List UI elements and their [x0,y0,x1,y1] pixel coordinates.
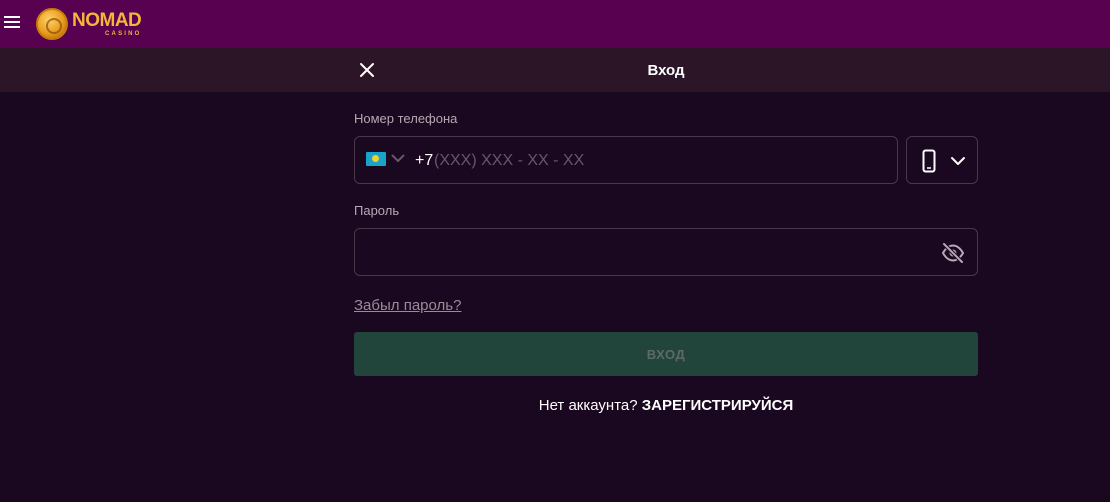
brand-subtitle: CASINO [105,31,142,37]
phone-input[interactable]: +7 (XXX) XXX - XX - XX [354,136,898,184]
menu-icon[interactable] [4,16,20,30]
mobile-phone-icon [922,149,936,173]
close-icon [360,63,374,77]
login-button[interactable]: ВХОД [354,332,978,376]
register-link[interactable]: ЗАРЕГИСТРИРУЙСЯ [642,397,793,414]
dial-code: +7 [415,152,434,169]
password-label: Пароль [354,203,400,218]
device-type-select[interactable] [906,136,978,184]
register-prompt: Нет аккаунта? ЗАРЕГИСТРИРУЙСЯ [354,397,978,414]
phone-placeholder[interactable]: (XXX) XXX - XX - XX [434,152,584,170]
modal-header: Вход [0,48,1110,92]
phone-label: Номер телефона [354,111,458,126]
no-account-text: Нет аккаунта? [538,397,638,414]
top-bar: NOMAD CASINO [0,0,1110,48]
logo-coin-icon [36,8,68,40]
chevron-down-icon[interactable] [391,154,405,163]
forgot-password-link[interactable]: Забыл пароль? [354,297,461,314]
brand-name: NOMAD [72,10,142,31]
password-input[interactable] [354,228,978,276]
kazakhstan-flag-icon[interactable] [366,152,386,166]
close-button[interactable] [358,61,376,79]
chevron-down-icon [951,157,965,165]
modal-title: Вход [647,62,685,79]
eye-off-icon[interactable] [941,242,965,264]
brand-logo[interactable]: NOMAD CASINO [36,8,142,40]
